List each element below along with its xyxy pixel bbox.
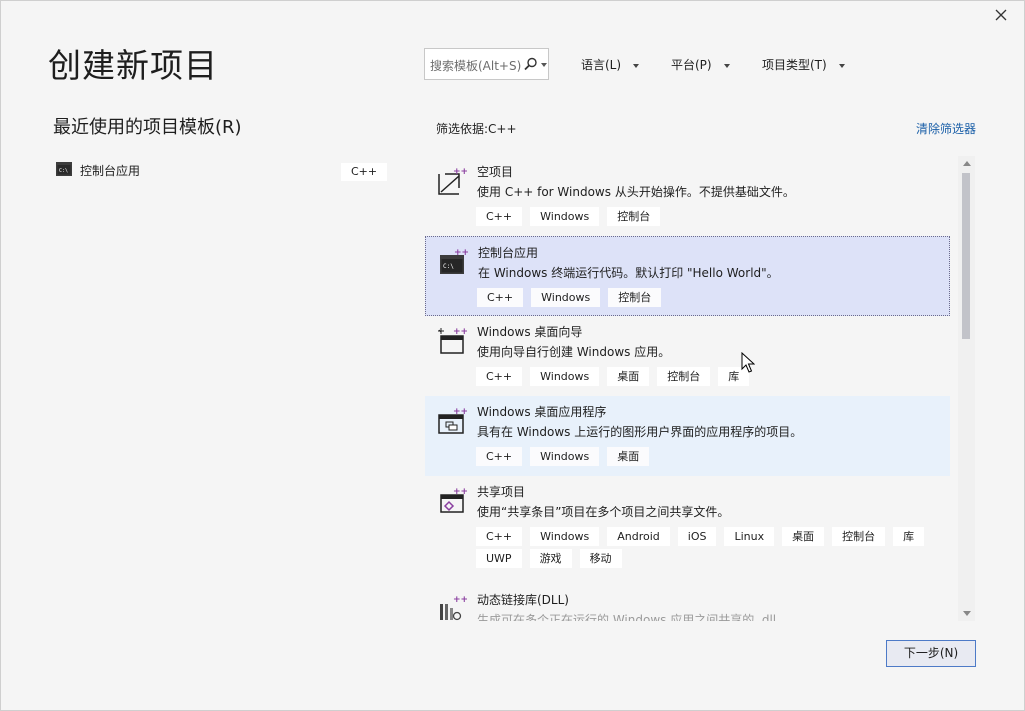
search-icon[interactable] (524, 57, 538, 71)
chevron-down-icon (838, 63, 845, 68)
dll-icon: ++ (440, 595, 467, 621)
chevron-down-icon (723, 63, 730, 68)
tag: 桌面 (607, 447, 650, 466)
template-item-dll[interactable]: ++ 动态链接库(DLL) 生成可在多个正在运行的 Windows 应用之间共享… (425, 584, 950, 621)
tag: Windows (531, 288, 601, 307)
template-description: 使用“共享条目”项目在多个项目之间共享文件。 (477, 505, 730, 519)
language-filter-dropdown[interactable]: 语言(L) (581, 56, 640, 73)
template-name: Windows 桌面向导 (477, 325, 583, 339)
mouse-cursor-icon (741, 352, 755, 373)
tag: Windows (530, 447, 600, 466)
template-list-scrollbar[interactable] (958, 156, 975, 621)
next-button[interactable]: 下一步(N) (886, 640, 976, 667)
tag: 控制台 (657, 367, 711, 386)
tag: 控制台 (607, 207, 661, 226)
scrollbar-thumb[interactable] (962, 173, 970, 339)
empty-project-icon: ++ (438, 167, 467, 195)
template-description: 生成可在多个正在运行的 Windows 应用之间共享的 .dll。 (477, 613, 789, 621)
template-name: 控制台应用 (478, 246, 539, 260)
template-item-console-app[interactable]: C:\ ++ 控制台应用 在 Windows 终端运行代码。默认打印 "Hell… (425, 236, 950, 316)
scroll-down-icon[interactable] (963, 611, 971, 616)
tag: Windows (530, 527, 600, 546)
svg-text:++: ++ (453, 487, 467, 497)
template-item-desktop-wizard[interactable]: ++ Windows 桌面向导 使用向导自行创建 Windows 应用。 C++… (425, 316, 950, 396)
tag: 桌面 (607, 367, 650, 386)
svg-text:++: ++ (453, 327, 467, 337)
template-tags: C++ Windows 桌面 (476, 447, 946, 469)
template-description: 使用向导自行创建 Windows 应用。 (477, 345, 671, 359)
platform-filter-label: 平台(P) (671, 58, 712, 72)
tag: 控制台 (608, 288, 662, 307)
svg-text:++: ++ (453, 407, 467, 417)
tag: C++ (477, 288, 524, 307)
template-name: Windows 桌面应用程序 (477, 405, 607, 419)
project-type-filter-label: 项目类型(T) (762, 58, 827, 72)
template-name: 空项目 (477, 165, 514, 179)
template-tags: C++ Windows 控制台 (477, 288, 947, 310)
recent-template-tag: C++ (341, 163, 388, 181)
tag: 移动 (579, 549, 622, 568)
tag: iOS (677, 527, 717, 546)
tag: Windows (530, 207, 600, 226)
close-icon[interactable] (992, 6, 1010, 24)
template-description: 具有在 Windows 上运行的图形用户界面的应用程序的项目。 (477, 425, 803, 439)
shared-project-icon: ++ (440, 487, 467, 513)
search-placeholder: 搜索模板(Alt+S) (430, 59, 522, 73)
page-title: 创建新项目 (48, 46, 218, 85)
tag: UWP (476, 549, 522, 568)
svg-text:++: ++ (453, 595, 467, 605)
template-item-empty-project[interactable]: ++ 空项目 使用 C++ for Windows 从头开始操作。不提供基础文件… (425, 156, 950, 236)
tag: C++ (476, 367, 523, 386)
template-name: 动态链接库(DLL) (477, 593, 569, 607)
template-tags: C++ Windows 控制台 (476, 207, 946, 229)
svg-text:++: ++ (454, 248, 468, 258)
tag: Android (607, 527, 670, 546)
tag: C++ (476, 447, 523, 466)
template-tags: C++ Windows Android iOS Linux 桌面 控制台 库 U… (476, 527, 946, 571)
tag: 控制台 (832, 527, 886, 546)
search-input[interactable]: 搜索模板(Alt+S) (424, 48, 549, 80)
desktop-wizard-icon: ++ (438, 327, 467, 354)
template-tags: C++ Windows 桌面 控制台 库 (476, 367, 946, 389)
tag: 库 (893, 527, 925, 546)
filter-status: 筛选依据:C++ (436, 122, 517, 136)
tag: 桌面 (782, 527, 825, 546)
chevron-down-icon (633, 63, 640, 68)
template-description: 使用 C++ for Windows 从头开始操作。不提供基础文件。 (477, 185, 795, 199)
project-type-filter-dropdown[interactable]: 项目类型(T) (762, 56, 845, 73)
template-list[interactable]: ++ 空项目 使用 C++ for Windows 从头开始操作。不提供基础文件… (425, 156, 950, 621)
console-app-icon: C:\ ++ (440, 248, 468, 274)
recent-templates-title: 最近使用的项目模板(R) (53, 117, 242, 138)
tag: Windows (530, 367, 600, 386)
recent-template-label: 控制台应用 (80, 164, 141, 178)
svg-text:++: ++ (453, 167, 467, 177)
tag: Linux (724, 527, 775, 546)
template-name: 共享项目 (477, 485, 526, 499)
template-item-desktop-app[interactable]: ++ Windows 桌面应用程序 具有在 Windows 上运行的图形用户界面… (425, 396, 950, 476)
tag: C++ (476, 207, 523, 226)
template-description: 在 Windows 终端运行代码。默认打印 "Hello World"。 (478, 266, 779, 280)
scroll-up-icon[interactable] (963, 161, 971, 166)
tag: 游戏 (529, 549, 572, 568)
svg-text:C:\: C:\ (59, 168, 68, 174)
recent-template-item[interactable]: C:\ 控制台应用 C++ (55, 159, 388, 183)
console-app-icon: C:\ (56, 162, 72, 176)
chevron-down-icon[interactable] (541, 63, 547, 67)
svg-text:C:\: C:\ (443, 263, 454, 270)
clear-filters-link[interactable]: 清除筛选器 (916, 120, 976, 137)
platform-filter-dropdown[interactable]: 平台(P) (671, 56, 730, 73)
template-item-shared-project[interactable]: ++ 共享项目 使用“共享条目”项目在多个项目之间共享文件。 C++ Windo… (425, 476, 950, 588)
language-filter-label: 语言(L) (581, 58, 622, 72)
desktop-app-icon: ++ (438, 407, 467, 434)
tag: C++ (476, 527, 523, 546)
